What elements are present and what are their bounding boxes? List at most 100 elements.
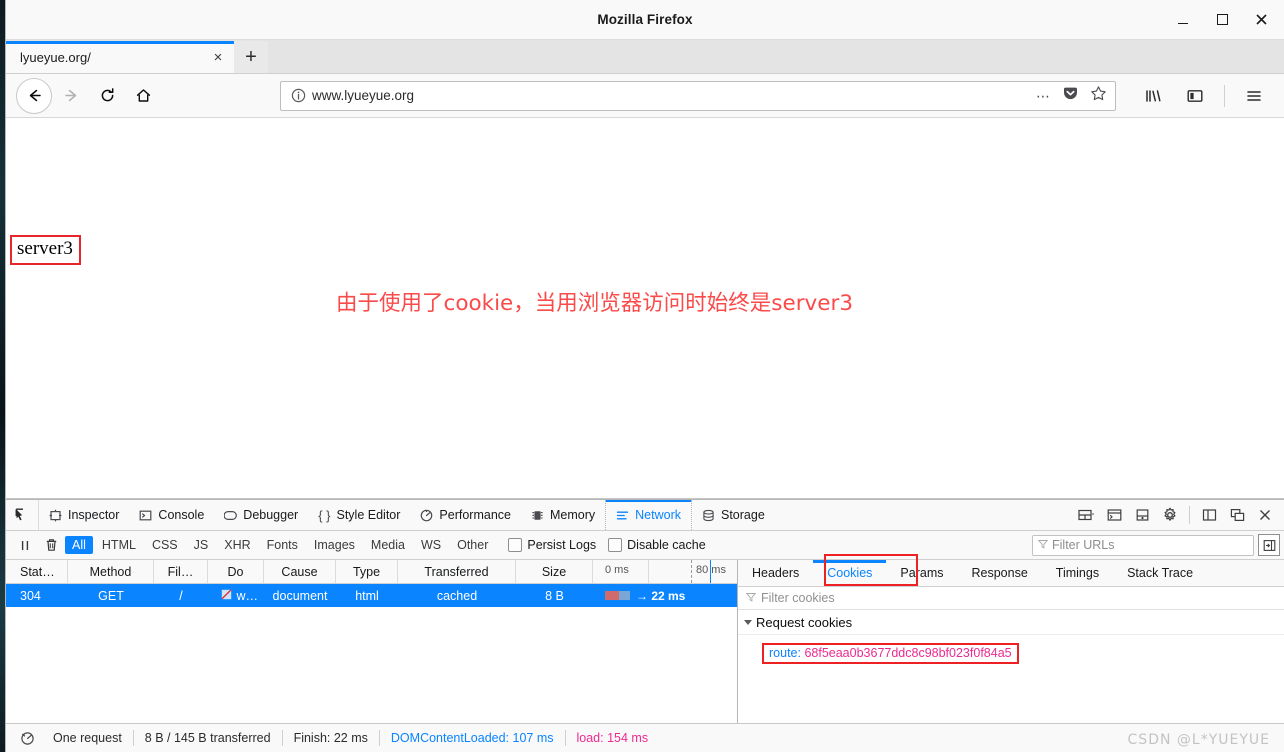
cookie-explanation-text: 由于使用了cookie，当用浏览器访问时始终是server3 [336,291,854,316]
details-tab-stack-trace[interactable]: Stack Trace [1113,560,1207,586]
network-list-empty-space [6,607,737,723]
split-console-icon[interactable] [1102,503,1126,527]
navigation-toolbar: www.lyueyue.org ⋯ [6,74,1284,118]
filter-cookies-placeholder: Filter cookies [761,591,835,605]
devtools-tab-label: Style Editor [336,508,401,522]
toggle-request-details-icon[interactable] [1258,534,1280,556]
url-input[interactable]: www.lyueyue.org [312,88,1036,103]
reload-button[interactable] [90,79,124,113]
filter-urls-input[interactable]: Filter URLs [1032,534,1254,556]
column-header-method[interactable]: Method [68,560,154,583]
filter-chip-other[interactable]: Other [450,536,495,554]
filter-chip-all[interactable]: All [65,536,93,554]
waterfall-time: → 22 ms [636,588,686,603]
network-table-header: Stat… Method Fil… Do Cause Type Transfer… [6,560,737,584]
column-header-file[interactable]: Fil… [154,560,208,583]
maximize-button[interactable] [1215,13,1229,27]
status-domcontentloaded: DOMContentLoaded: 107 ms [390,731,554,745]
inspector-icon [49,509,62,522]
persist-logs-box[interactable] [508,538,523,552]
filter-chip-css[interactable]: CSS [145,536,185,554]
details-tab-headers[interactable]: Headers [738,560,813,586]
persist-logs-checkbox[interactable]: Persist Logs [508,538,596,552]
home-button[interactable] [126,79,160,113]
column-header-size[interactable]: Size [516,560,593,583]
devtools-tab-list: Inspector Console Debugger {} Style Edi… [39,500,775,530]
style-editor-icon: { } [318,507,331,523]
cell-size: 8 B [545,588,564,603]
back-button[interactable] [16,77,52,114]
column-header-transferred[interactable]: Transferred [398,560,516,583]
page-actions-icon[interactable]: ⋯ [1036,89,1051,103]
minimize-button[interactable] [1176,13,1190,27]
separate-window-icon[interactable] [1225,503,1249,527]
window-title: Mozilla Firefox [597,12,693,27]
devtools-tab-storage[interactable]: Storage [692,500,775,530]
devtools-tab-memory[interactable]: Memory [521,500,605,530]
dock-side-icon[interactable] [1197,503,1221,527]
filter-chip-ws[interactable]: WS [414,536,448,554]
browser-tab-active[interactable]: lyueyue.org/ × [6,41,234,73]
devtools-tab-inspector[interactable]: Inspector [39,500,129,530]
hamburger-menu-icon[interactable] [1237,79,1271,113]
devtools-tab-label: Console [158,508,205,522]
performance-icon [420,509,433,522]
details-tab-cookies[interactable]: Cookies [813,560,887,586]
filter-chip-images[interactable]: Images [307,536,362,554]
status-load: load: 154 ms [576,731,649,745]
element-picker-icon[interactable] [6,500,39,530]
devtools-tab-console[interactable]: Console [129,500,214,530]
new-tab-button[interactable]: + [234,41,268,73]
cookie-list: route: 68f5eaa0b3677ddc8c98bf023f0f84a5 [738,635,1284,664]
filter-chip-html[interactable]: HTML [95,536,143,554]
page-info-icon[interactable] [289,87,307,105]
screenshot-icon[interactable] [1130,503,1154,527]
sidebar-icon[interactable] [1178,79,1212,113]
cell-type: html [355,588,379,603]
devtools-toolbar: Inspector Console Debugger {} Style Edi… [6,500,1284,531]
network-icon [616,509,629,522]
settings-gear-icon[interactable] [1158,503,1182,527]
column-header-status[interactable]: Stat… [6,560,68,583]
filter-cookies-input[interactable]: Filter cookies [738,587,1284,610]
table-row[interactable]: 304 GET / w… document html cached 8 B → … [6,584,737,607]
tab-close-icon[interactable]: × [208,47,228,67]
cell-transferred: cached [436,588,478,603]
url-bar[interactable]: www.lyueyue.org ⋯ [280,80,1116,111]
disable-cache-label: Disable cache [627,538,706,552]
clear-requests-icon[interactable] [38,534,64,556]
library-icon[interactable] [1136,79,1170,113]
filter-chip-fonts[interactable]: Fonts [260,536,305,554]
bookmark-star-icon[interactable] [1090,85,1107,107]
devtools-tab-performance[interactable]: Performance [410,500,521,530]
status-request-count: One request [53,731,122,745]
devtools-tab-style-editor[interactable]: { } Style Editor [308,500,410,530]
details-tab-timings[interactable]: Timings [1042,560,1113,586]
filter-chip-media[interactable]: Media [364,536,412,554]
disable-cache-checkbox[interactable]: Disable cache [608,538,706,552]
pocket-icon[interactable] [1062,85,1079,107]
details-tab-params[interactable]: Params [886,560,957,586]
firefox-screenshot: Mozilla Firefox lyueyue.org/ × + www.lyu… [0,0,1284,752]
close-devtools-icon[interactable] [1253,503,1277,527]
filter-chip-xhr[interactable]: XHR [217,536,257,554]
disable-cache-box[interactable] [608,538,623,552]
close-button[interactable] [1254,13,1268,27]
cookie-entry-route[interactable]: route: 68f5eaa0b3677ddc8c98bf023f0f84a5 [762,643,1019,664]
pause-recording-icon[interactable] [12,534,38,556]
request-cookies-section-header[interactable]: Request cookies [738,610,1284,635]
network-request-list: Stat… Method Fil… Do Cause Type Transfer… [6,560,738,723]
responsive-design-mode-icon[interactable] [1074,503,1098,527]
column-header-domain[interactable]: Do [208,560,264,583]
details-tab-response[interactable]: Response [958,560,1042,586]
filter-urls-placeholder: Filter URLs [1052,538,1115,552]
column-header-cause[interactable]: Cause [264,560,336,583]
network-throttle-icon[interactable] [12,726,42,750]
column-header-type[interactable]: Type [336,560,398,583]
devtools-tab-debugger[interactable]: Debugger [214,500,308,530]
devtools-tab-network[interactable]: Network [605,500,692,530]
filter-chip-js[interactable]: JS [187,536,216,554]
expand-caret-icon[interactable] [744,619,752,625]
details-empty-space [738,664,1284,723]
forward-button[interactable] [54,79,88,113]
